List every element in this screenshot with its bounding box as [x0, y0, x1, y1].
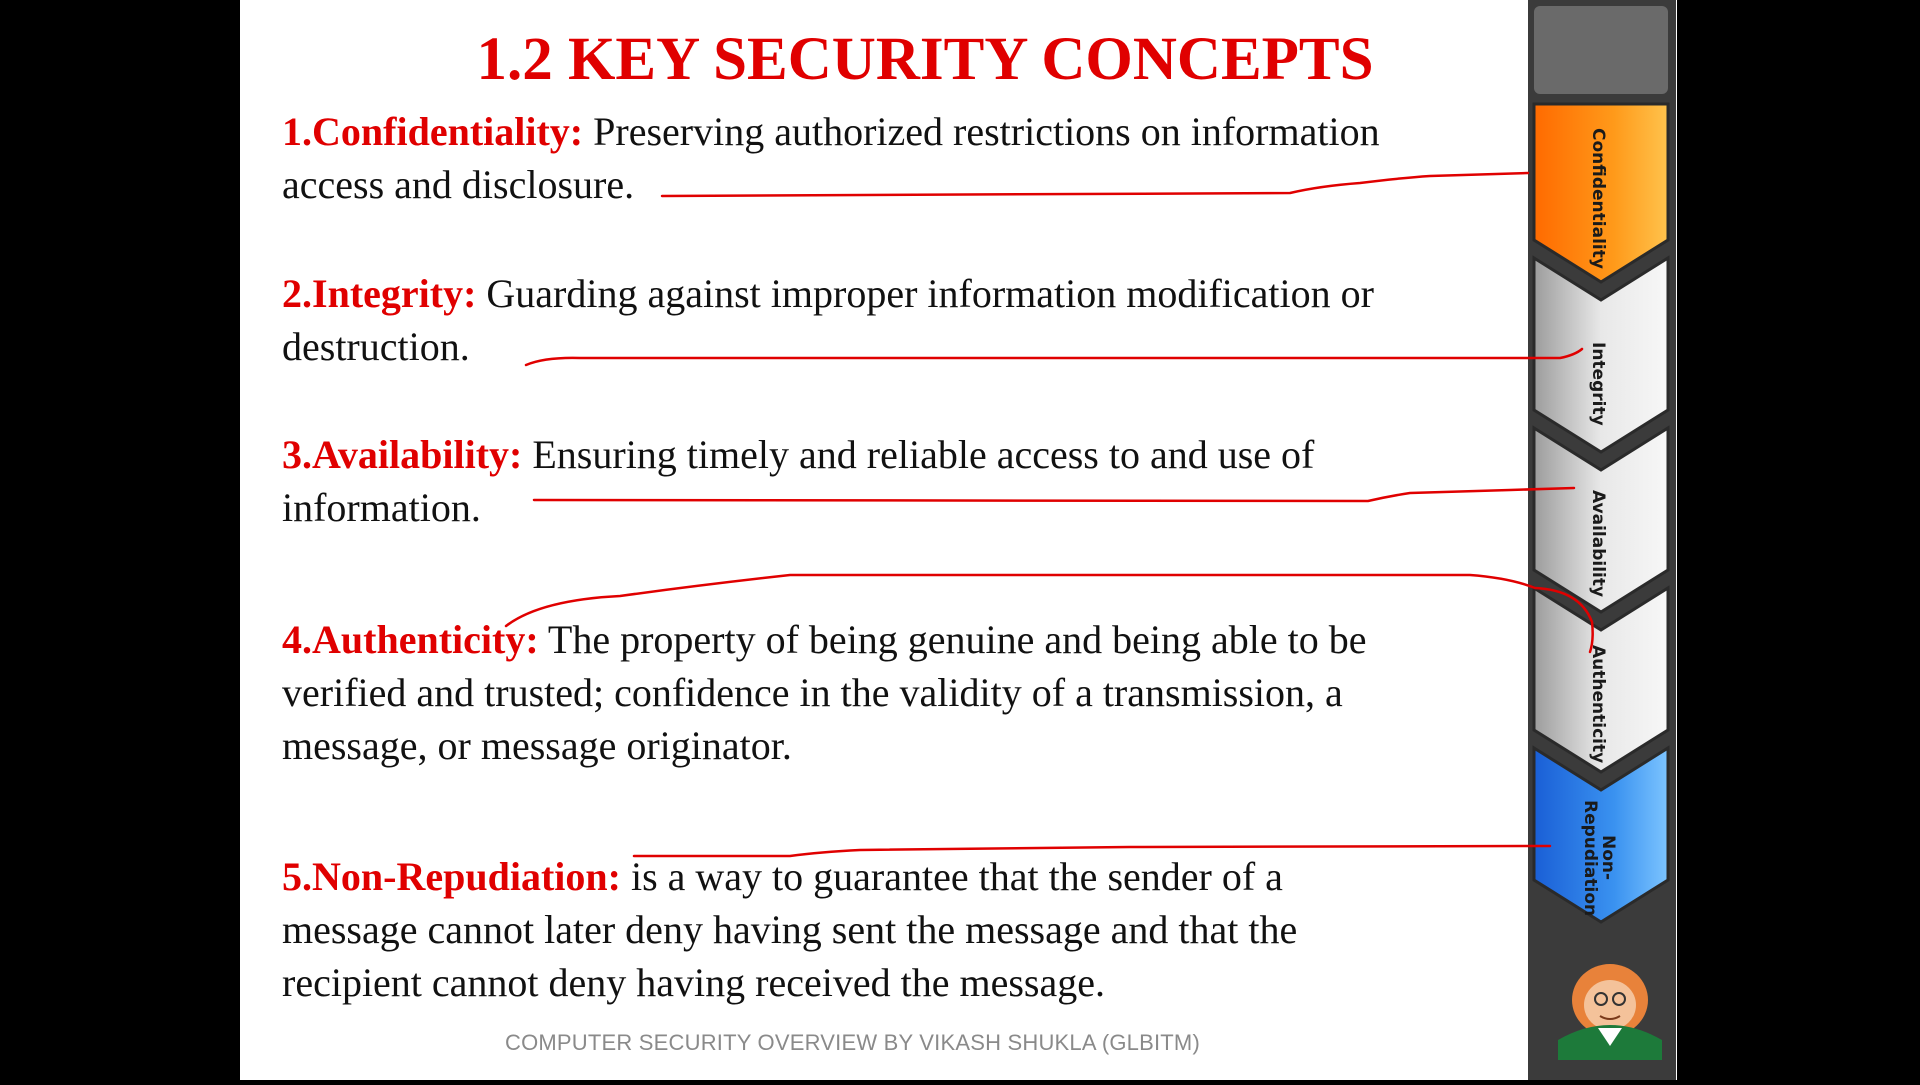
concept-term: 4.Authenticity: — [282, 617, 539, 662]
concept-text: Preserving authorized restrictions on in… — [583, 109, 1380, 154]
concept-text: The property of being genuine and being … — [538, 617, 1367, 662]
concept-term: 3.Availability: — [282, 432, 523, 477]
concept-confidentiality: 1.Confidentiality: Preserving authorized… — [282, 105, 1677, 211]
concept-term: 5.Non-Repudiation: — [282, 854, 621, 899]
concept-text: destruction. — [282, 324, 470, 369]
page-title: 1.2 KEY SECURITY CONCEPTS — [476, 26, 1374, 93]
concept-text: is a way to guarantee that the sender of… — [620, 854, 1283, 899]
concept-availability: 3.Availability: Ensuring timely and reli… — [282, 428, 1677, 534]
tab-label-authenticity: Authenticity — [1588, 645, 1608, 764]
concept-text: Ensuring timely and reliable access to a… — [522, 432, 1315, 477]
concept-text: Guarding against improper information mo… — [476, 271, 1374, 316]
concept-non-repudiation: 5.Non-Repudiation: is a way to guarantee… — [282, 850, 1677, 1009]
tab-label-non-repudiation-1: Non- — [1598, 835, 1618, 881]
concept-text: message, or message originator. — [282, 723, 792, 768]
concept-authenticity: 4.Authenticity: The property of being ge… — [282, 613, 1677, 772]
concept-term: 2.Integrity: — [282, 271, 477, 316]
concept-term: 1.Confidentiality: — [282, 109, 584, 154]
slide: 1.2 KEY SECURITY CONCEPTS 1.Confidential… — [240, 0, 1677, 1080]
slide-footer: COMPUTER SECURITY OVERVIEW BY VIKASH SHU… — [505, 1030, 1200, 1055]
tab-label-confidentiality: Confidentiality — [1588, 128, 1608, 269]
concept-text: recipient cannot deny having received th… — [282, 960, 1105, 1005]
concept-text: message cannot later deny having sent th… — [282, 907, 1298, 952]
concept-text: information. — [282, 485, 481, 530]
tab-label-availability: Availability — [1588, 490, 1608, 598]
concept-sidebar: Confidentiality Integrity Availability A… — [1528, 0, 1676, 1080]
sidebar-top-block — [1534, 6, 1668, 94]
tab-label-integrity: Integrity — [1588, 342, 1608, 426]
concept-text: access and disclosure. — [282, 162, 635, 207]
tab-label-non-repudiation-2: Repudiation — [1580, 800, 1600, 917]
concept-integrity: 2.Integrity: Guarding against improper i… — [282, 267, 1677, 373]
concept-text: verified and trusted; confidence in the … — [282, 670, 1343, 715]
